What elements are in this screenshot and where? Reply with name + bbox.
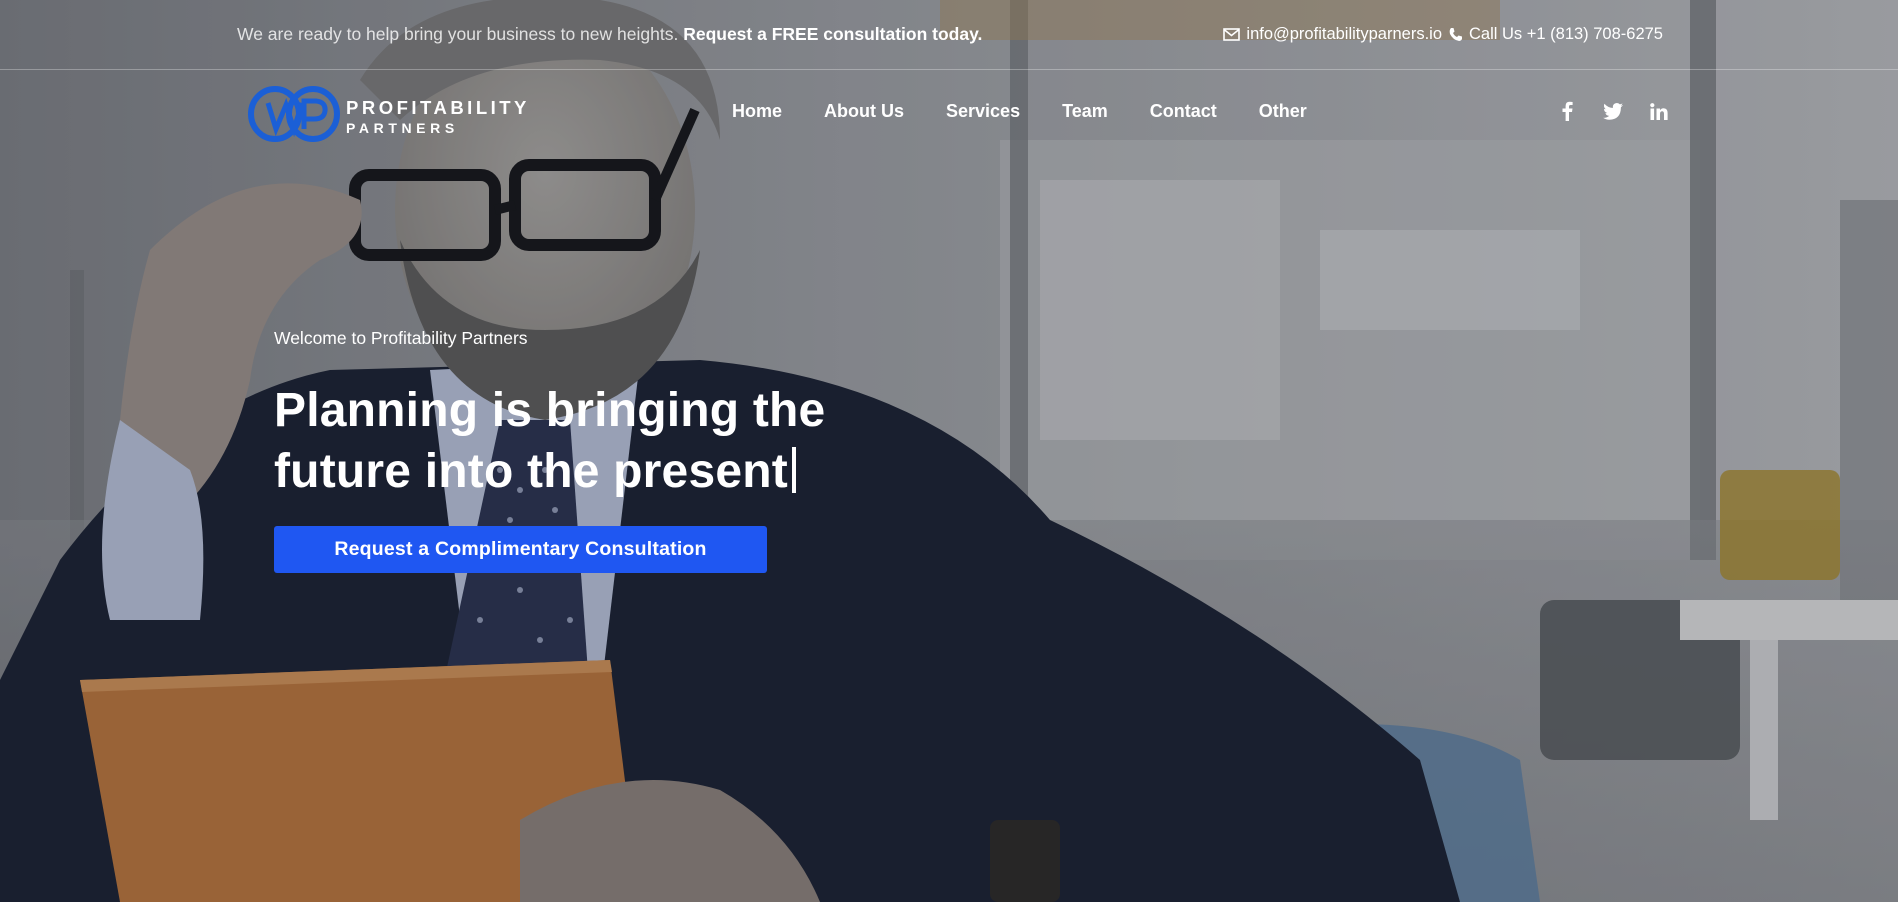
facebook-icon[interactable] xyxy=(1556,100,1578,122)
request-consultation-button[interactable]: Request a Complimentary Consultation xyxy=(274,526,767,573)
nav-item-about-us[interactable]: About Us xyxy=(824,101,904,122)
topbar-message-text: We are ready to help bring your business… xyxy=(237,24,679,44)
phone-icon xyxy=(1448,27,1463,42)
topbar-message: We are ready to help bring your business… xyxy=(237,24,982,45)
envelope-icon xyxy=(1223,28,1241,41)
typing-cursor xyxy=(791,447,796,493)
nav-item-other[interactable]: Other xyxy=(1259,101,1307,122)
topbar-phone-link[interactable]: Call Us +1 (813) 708-6275 xyxy=(1469,25,1663,44)
hero-headline-line2: future into the present xyxy=(274,445,788,498)
topbar-contact: info@profitabilityparners.io Call Us +1 … xyxy=(1223,25,1663,44)
topbar: We are ready to help bring your business… xyxy=(0,0,1898,70)
social-links xyxy=(1556,100,1670,122)
logo-mark-icon xyxy=(248,86,340,142)
nav-item-home[interactable]: Home xyxy=(732,101,782,122)
hero-headline-line1: Planning is bringing the xyxy=(274,384,826,437)
linkedin-icon[interactable] xyxy=(1648,100,1670,122)
brand-name-line2: PARTNERS xyxy=(346,120,459,136)
hero-eyebrow: Welcome to Profitability Partners xyxy=(274,328,528,348)
nav-item-contact[interactable]: Contact xyxy=(1150,101,1217,122)
twitter-icon[interactable] xyxy=(1602,100,1624,122)
nav-item-team[interactable]: Team xyxy=(1062,101,1108,122)
main-nav: Home About Us Services Team Contact Othe… xyxy=(732,101,1349,122)
brand-logo[interactable]: PROFITABILITY PARTNERS xyxy=(248,85,528,143)
hero-headline: Planning is bringing the future into the… xyxy=(274,380,894,502)
brand-name-line1: PROFITABILITY xyxy=(346,97,530,118)
topbar-email-link[interactable]: info@profitabilityparners.io xyxy=(1246,25,1442,44)
topbar-consultation-link[interactable]: Request a FREE consultation today. xyxy=(683,24,982,44)
nav-item-services[interactable]: Services xyxy=(946,101,1020,122)
